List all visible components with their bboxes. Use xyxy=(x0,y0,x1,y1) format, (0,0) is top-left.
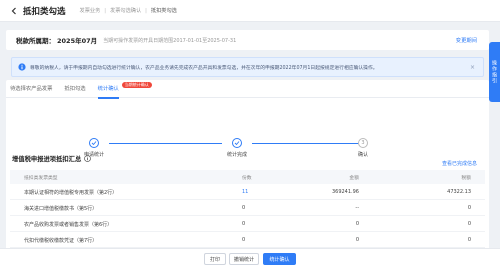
step-label: 确认 xyxy=(357,152,368,158)
row-name: 农产品收购发票或者销售发票（第6行） xyxy=(24,221,113,228)
status-badge: 当期统计确认 xyxy=(121,81,152,88)
row-tax: 0 xyxy=(467,237,471,243)
info-icon xyxy=(18,63,26,71)
statistics-confirm-button[interactable]: 统计确认 xyxy=(263,253,296,265)
step-label: 统计完成 xyxy=(226,152,247,158)
column-header-amount: 金额 xyxy=(349,175,359,181)
help-icon[interactable] xyxy=(84,155,92,162)
breadcrumb-item-invoice[interactable]: 发票业务 xyxy=(80,7,101,14)
footer-action-bar: 打印 撤销统计 统计确认 xyxy=(0,248,500,268)
table-header: 抵扣类发票类型 份数 金额 税额 xyxy=(10,170,485,184)
back-arrow-icon[interactable] xyxy=(9,6,19,16)
breadcrumb: 发票业务 | 发票勾选确认 | 抵扣类勾选 xyxy=(80,7,177,15)
column-header-count: 份数 xyxy=(242,175,252,181)
table-row: 海关进口增值税缴款书（第5行） 0 -- 0 xyxy=(10,201,485,216)
column-header-tax: 税额 xyxy=(461,175,471,181)
row-name: 代扣代缴税收缴款凭证（第7行） xyxy=(24,237,98,244)
print-button[interactable]: 打印 xyxy=(204,253,226,265)
row-amount: -- xyxy=(355,205,359,211)
change-period-link[interactable]: 变更期间 xyxy=(456,36,477,44)
page-title: 抵扣类勾选 xyxy=(23,6,66,17)
tab-agri-invoices[interactable]: 待选择农产品发票 xyxy=(10,80,52,98)
section-title: 增值税申报进项抵扣汇总 xyxy=(12,154,92,163)
row-name: 本期认证相符的增值税专用发票（第2行） xyxy=(24,189,118,196)
row-tax: 47322.13 xyxy=(447,189,471,195)
row-count: 0 xyxy=(242,237,246,243)
row-amount: 0 xyxy=(355,221,359,227)
scrollbar[interactable] xyxy=(495,108,499,243)
tab-statistics-confirm-label: 统计确认 xyxy=(97,85,119,92)
period-value: 2025年07月 xyxy=(57,37,98,45)
notice-text: 尊敬的纳税人，请于申报期内自动勾选进行统计确认，农产品业务请先完成农产品开具和发… xyxy=(30,65,378,71)
top-header: 抵扣类勾选 发票业务 | 发票勾选确认 | 抵扣类勾选 xyxy=(0,0,500,22)
view-completed-link[interactable]: 查看已完成信息 xyxy=(442,160,477,167)
table-row: 代扣代缴税收缴款凭证（第7行） 0 0 0 xyxy=(10,233,485,248)
row-name: 海关进口增值税缴款书（第5行） xyxy=(24,205,98,212)
close-icon[interactable]: × xyxy=(470,64,475,71)
step-complete: 统计完成 xyxy=(207,138,267,158)
row-amount: 369241.96 xyxy=(331,189,359,195)
period-note: 当期可操作发票的开具日期范围2017-01-01至2025-07-31 xyxy=(103,37,237,44)
tax-period-bar: 税款所属期： 2025年07月 当期可操作发票的开具日期范围2017-01-01… xyxy=(6,30,489,50)
row-count: 0 xyxy=(242,205,246,211)
column-header-type: 抵扣类发票类型 xyxy=(24,175,58,181)
row-tax: 0 xyxy=(467,221,471,227)
step-confirm: 3 确认 xyxy=(333,138,393,158)
guide-float-tab[interactable]: 操作指引 xyxy=(489,42,500,102)
row-amount: 0 xyxy=(355,237,359,243)
breadcrumb-separator: | xyxy=(145,7,147,14)
step-number: 3 xyxy=(358,138,368,148)
breadcrumb-separator: | xyxy=(104,7,107,14)
step-connector xyxy=(109,143,222,144)
main-card: 待选择农产品发票 抵扣勾选 统计确认 当期统计确认 申请统计 统计完成 3 确认… xyxy=(6,80,489,268)
section-title-text: 增值税申报进项抵扣汇总 xyxy=(12,156,82,163)
notice-banner: 尊敬的纳税人，请于申报期内自动勾选进行统计确认，农产品业务请先完成农产品开具和发… xyxy=(11,57,484,77)
breadcrumb-item-current: 抵扣类勾选 xyxy=(150,8,177,14)
period-label: 税款所属期： xyxy=(16,37,55,45)
revoke-statistics-button[interactable]: 撤销统计 xyxy=(229,253,259,265)
row-count-link[interactable]: 11 xyxy=(242,189,248,195)
tab-deduction-select[interactable]: 抵扣勾选 xyxy=(64,80,85,98)
table-row: 农产品收购发票或者销售发票（第6行） 0 0 0 xyxy=(10,217,485,232)
row-tax: 0 xyxy=(467,205,471,211)
breadcrumb-item-confirm[interactable]: 发票勾选确认 xyxy=(110,7,141,14)
row-count: 0 xyxy=(242,221,246,227)
tab-bar: 待选择农产品发票 抵扣勾选 统计确认 当期统计确认 xyxy=(6,80,489,99)
check-icon xyxy=(89,138,99,148)
tab-statistics-confirm[interactable]: 统计确认 当期统计确认 xyxy=(97,80,152,99)
table-row: 本期认证相符的增值税专用发票（第2行） 11 369241.96 47322.1… xyxy=(10,185,485,200)
check-icon xyxy=(232,138,242,148)
